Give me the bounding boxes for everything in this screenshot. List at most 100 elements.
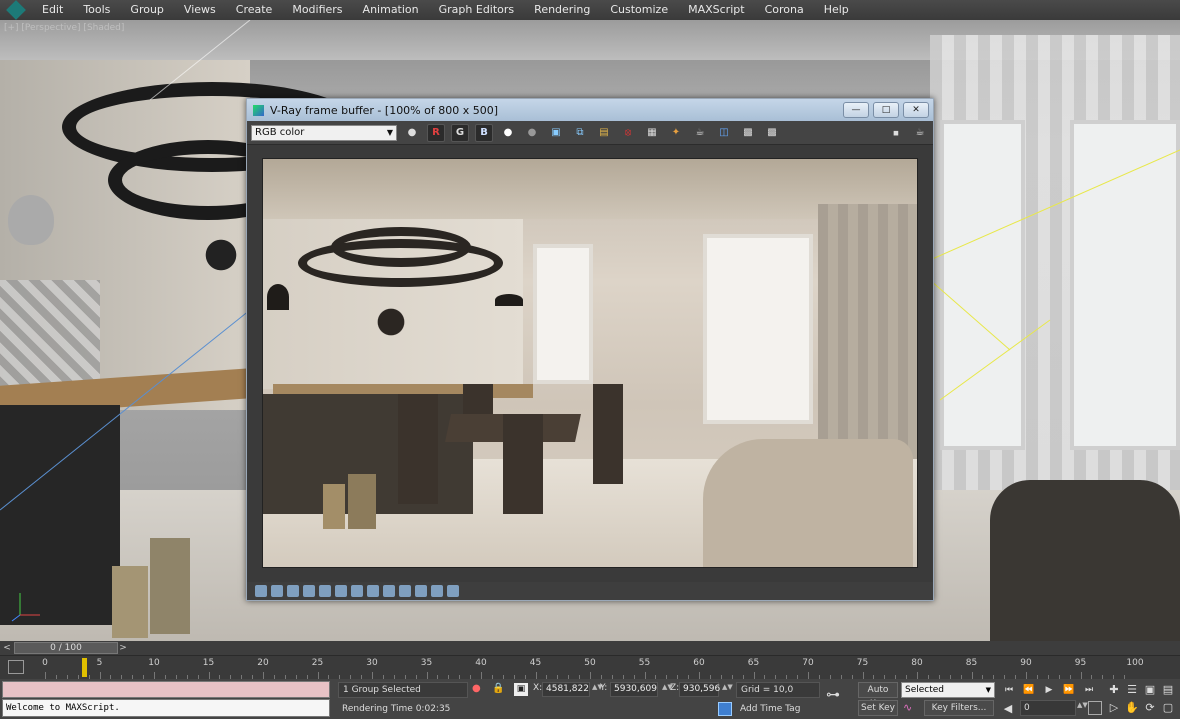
chevron-down-icon: ▼ (985, 686, 991, 694)
menu-maxscript[interactable]: MAXScript (678, 0, 754, 20)
color-correction-icon[interactable] (271, 585, 283, 597)
pan-hand-icon[interactable]: ✋ (1124, 700, 1140, 716)
orbit-icon[interactable]: ⟳ (1142, 700, 1158, 716)
key-filters-button[interactable]: Key Filters... (924, 700, 994, 716)
viewport-label[interactable]: [+] [Perspective] [Shaded] (4, 23, 124, 33)
minimize-button[interactable]: — (843, 102, 869, 118)
z-coord-field[interactable]: 930,596 (679, 682, 720, 697)
monochrome-icon[interactable]: ● (523, 124, 541, 142)
ocio-icon[interactable] (383, 585, 395, 597)
field-of-view-icon[interactable]: ▷ (1106, 700, 1122, 716)
next-frame-arrow[interactable]: > (118, 643, 128, 653)
close-button[interactable]: ✕ (903, 102, 929, 118)
mini-curve-editor-icon[interactable] (8, 660, 24, 674)
menu-animation[interactable]: Animation (353, 0, 429, 20)
menu-customize[interactable]: Customize (600, 0, 678, 20)
zoom-icon[interactable]: ✚ (1106, 682, 1122, 698)
save-image-icon[interactable]: ▣ (547, 124, 565, 142)
menu-views[interactable]: Views (174, 0, 226, 20)
vray-icon (253, 104, 264, 116)
duplicate-to-mtl-icon[interactable]: ▦ (643, 124, 661, 142)
previous-frame-icon[interactable]: ⏪ (1020, 683, 1038, 697)
render-icon[interactable]: ☕ (911, 124, 929, 142)
color-channels-icon[interactable]: ● (403, 124, 421, 142)
selection-lock-icon[interactable]: 🔒 (492, 683, 504, 696)
menu-rendering[interactable]: Rendering (524, 0, 600, 20)
curve-icon[interactable] (319, 585, 331, 597)
menu-modifiers[interactable]: Modifiers (282, 0, 352, 20)
blue-channel-button[interactable]: B (475, 123, 493, 142)
auto-key-button[interactable]: Auto Key (858, 682, 898, 709)
time-tag-icon[interactable] (718, 702, 732, 716)
selection-set-dropdown[interactable]: Selected ▼ (901, 682, 995, 698)
vfb-titlebar[interactable]: V-Ray frame buffer - [100% of 800 x 500]… (247, 99, 933, 121)
time-configuration-icon[interactable] (1088, 701, 1102, 715)
time-slider[interactable]: < 0 / 100 > (0, 641, 1180, 655)
compare-icon[interactable]: ◫ (715, 124, 733, 142)
selection-status: 1 Group Selected (338, 682, 468, 698)
x-coord-field[interactable]: 4581,822 (542, 682, 590, 697)
frame-tick-label: 30 (366, 658, 378, 668)
white-balance-icon[interactable] (351, 585, 363, 597)
exposure-icon[interactable] (335, 585, 347, 597)
time-slider-thumb[interactable]: 0 / 100 (14, 642, 118, 654)
channel-select[interactable]: RGB color ▼ (251, 124, 397, 141)
z-spinner-icon[interactable]: ▲▼ (722, 683, 733, 691)
track-area[interactable]: 0 5 10 15 20 25 30 35 40 45 50 55 60 65 70 75 80 85 90 95 10… (37, 656, 1180, 680)
menu-graph-editors[interactable]: Graph Editors (429, 0, 525, 20)
channel-select-value: RGB color (255, 127, 305, 138)
app-logo-icon[interactable] (0, 0, 32, 20)
prev-frame-arrow[interactable]: < (0, 643, 14, 653)
go-to-start-icon[interactable]: ⏮ (1000, 683, 1018, 697)
current-frame-marker[interactable] (82, 658, 87, 677)
zoom-all-icon[interactable]: ☰ (1124, 682, 1140, 698)
clear-image-icon[interactable]: ⦻ (619, 124, 637, 142)
play-icon[interactable]: ▶ (1040, 683, 1058, 697)
add-time-tag-button[interactable]: Add Time Tag (736, 702, 820, 717)
y-coord-field[interactable]: 5930,609 (610, 682, 658, 697)
menu-corona[interactable]: Corona (755, 0, 814, 20)
frame-spinner-icon[interactable]: ▲▼ (1077, 701, 1088, 709)
menu-edit[interactable]: Edit (32, 0, 73, 20)
track-mouse-icon[interactable]: ✦ (667, 124, 685, 142)
zoom-extents-all-icon[interactable]: ▤ (1160, 682, 1176, 698)
set-key-icon[interactable]: ⊶ (826, 687, 850, 705)
key-tangent-icon[interactable]: ∿ (903, 701, 919, 716)
open-image-icon[interactable]: ▤ (595, 124, 613, 142)
alpha-white-icon[interactable]: ● (499, 124, 517, 142)
isolate-selection-icon[interactable]: ● (472, 683, 484, 696)
zoom-extents-icon[interactable]: ▣ (1142, 682, 1158, 698)
lens-effects-icon[interactable] (447, 585, 459, 597)
menu-create[interactable]: Create (226, 0, 283, 20)
absolute-mode-icon[interactable]: ▣ (514, 683, 528, 696)
menu-help[interactable]: Help (814, 0, 859, 20)
lut-icon[interactable] (367, 585, 379, 597)
stop-render-icon[interactable]: ◼ (887, 124, 905, 142)
menu-tools[interactable]: Tools (73, 0, 120, 20)
region-render-icon[interactable]: ▩ (739, 124, 757, 142)
next-frame-icon[interactable]: ⏩ (1060, 683, 1078, 697)
maxscript-listener-input[interactable] (2, 681, 330, 698)
current-frame-field[interactable]: 0 (1020, 700, 1076, 716)
render-teapot-icon[interactable]: ☕ (691, 124, 709, 142)
go-to-end-icon[interactable]: ⏭ (1080, 683, 1098, 697)
histogram-icon[interactable] (431, 585, 443, 597)
set-key-button[interactable]: Set Key (858, 700, 898, 716)
rendered-image[interactable] (262, 158, 918, 568)
last-render-icon[interactable]: ▩ (763, 124, 781, 142)
maximize-button[interactable]: □ (873, 102, 899, 118)
maximize-viewport-icon[interactable]: ▢ (1160, 700, 1176, 716)
green-channel-button[interactable]: G (451, 123, 469, 142)
save-all-icon[interactable]: ⧉ (571, 124, 589, 142)
key-mode-icon[interactable]: ◀ (1000, 701, 1016, 717)
track-bar[interactable]: 0 5 10 15 20 25 30 35 40 45 50 55 60 65 70 75 80 85 90 95 10… (0, 655, 1180, 679)
srgb-icon[interactable] (415, 585, 427, 597)
menu-bar: Edit Tools Group Views Create Modifiers … (0, 0, 1180, 20)
maxscript-listener-output[interactable]: Welcome to MAXScript. (2, 699, 330, 717)
icc-icon[interactable] (399, 585, 411, 597)
history-icon[interactable] (255, 585, 267, 597)
menu-group[interactable]: Group (120, 0, 174, 20)
info-icon[interactable] (287, 585, 299, 597)
levels-icon[interactable] (303, 585, 315, 597)
red-channel-button[interactable]: R (427, 123, 445, 142)
